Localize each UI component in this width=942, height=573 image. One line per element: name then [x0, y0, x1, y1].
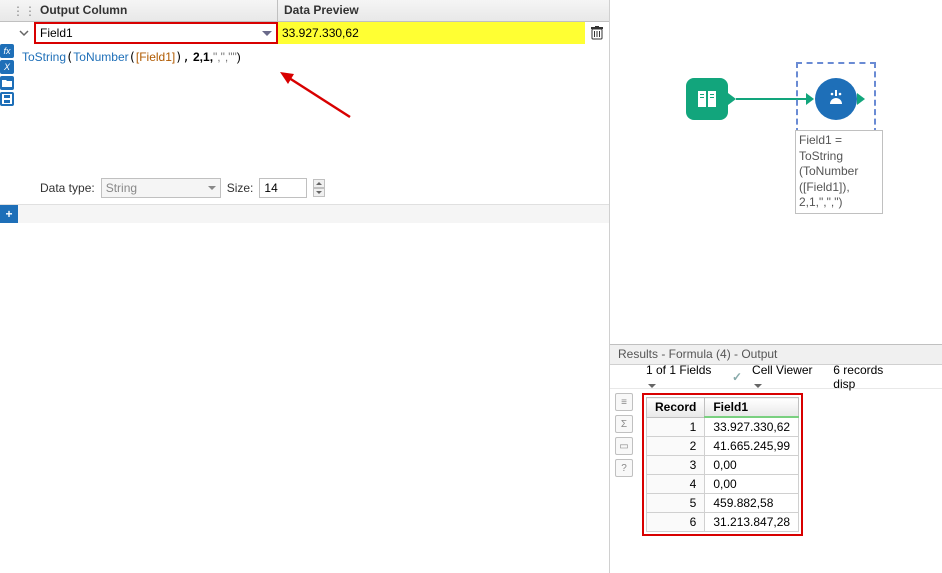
results-toolbar: 1 of 1 Fields Cell Viewer 6 records disp	[610, 365, 942, 389]
output-column-header: Output Column	[34, 0, 278, 21]
results-grid-outline: Record Field1 133.927.330,62 241.665.245…	[642, 393, 803, 536]
output-field-select[interactable]: Field1	[34, 22, 278, 44]
field1-column-header[interactable]: Field1	[705, 398, 799, 418]
results-grid[interactable]: Record Field1 133.927.330,62 241.665.245…	[646, 397, 799, 532]
checkmark-icon[interactable]	[732, 370, 742, 384]
column-header-row: ⋮⋮ Output Column Data Preview	[0, 0, 609, 22]
spinner-down-icon[interactable]	[313, 188, 325, 197]
tool-annotation[interactable]: Field1 = ToString (ToNumber ([Field1]), …	[795, 130, 883, 214]
metadata-icon[interactable]: ▭	[615, 437, 633, 455]
drag-handle-icon[interactable]: ⋮⋮	[14, 0, 34, 21]
add-column-button[interactable]: +	[0, 205, 18, 223]
table-row: 133.927.330,62	[647, 417, 799, 437]
table-row: 631.213.847,28	[647, 513, 799, 532]
expand-icon[interactable]	[14, 28, 34, 38]
annotation-arrow	[280, 72, 360, 125]
table-row: 5459.882,58	[647, 494, 799, 513]
data-type-row: Data type: String Size:	[0, 174, 609, 205]
output-anchor-icon[interactable]	[728, 93, 736, 105]
delete-field-button[interactable]	[585, 26, 609, 40]
size-input[interactable]	[259, 178, 307, 198]
size-label: Size:	[227, 181, 254, 195]
data-type-select[interactable]: String	[101, 178, 221, 198]
text-input-tool[interactable]	[686, 78, 728, 120]
records-info: 6 records disp	[833, 363, 906, 391]
tok-field: [Field1]	[136, 50, 175, 64]
tok-str: ",",""	[213, 50, 237, 64]
save-icon[interactable]	[0, 92, 14, 106]
formula-config-panel: ⋮⋮ Output Column Data Preview Field1 33.…	[0, 0, 610, 573]
right-panel: Field1 = ToString (ToNumber ([Field1]), …	[610, 0, 942, 573]
size-spinner[interactable]	[313, 179, 325, 197]
table-row: 40,00	[647, 475, 799, 494]
tool-annotation-text: Field1 = ToString (ToNumber ([Field1]), …	[799, 133, 858, 209]
fields-count[interactable]: 1 of 1 Fields	[646, 363, 722, 391]
formula-tool[interactable]	[815, 78, 857, 120]
data-type-value: String	[106, 181, 137, 195]
cell-viewer-menu[interactable]: Cell Viewer	[752, 363, 823, 391]
tok-fn: ToNumber	[73, 50, 128, 64]
add-column-bar: +	[0, 205, 609, 223]
help-icon[interactable]: ?	[615, 459, 633, 477]
expression-editor[interactable]: ToString(ToNumber([Field1]), 2,1,",","")	[14, 44, 609, 174]
record-column-header[interactable]: Record	[647, 398, 705, 418]
results-icon-rail: ≡ Σ ▭ ?	[610, 389, 638, 540]
fx-icon[interactable]: fx	[0, 44, 14, 58]
data-preview-header: Data Preview	[278, 0, 609, 21]
workflow-canvas[interactable]: Field1 = ToString (ToNumber ([Field1]), …	[610, 0, 942, 345]
results-body: ≡ Σ ▭ ? Record Field1 133.927.330,62 241…	[610, 389, 942, 540]
table-row: 241.665.245,99	[647, 437, 799, 456]
editor-icon-rail: fx X	[0, 44, 14, 174]
spinner-up-icon[interactable]	[313, 179, 325, 188]
variable-icon[interactable]: X	[0, 60, 14, 74]
dropdown-icon	[208, 186, 216, 190]
menu-icon[interactable]: ≡	[615, 393, 633, 411]
field-row: Field1 33.927.330,62	[0, 22, 609, 44]
table-row: 30,00	[647, 456, 799, 475]
dropdown-icon	[754, 384, 762, 388]
data-type-label: Data type:	[40, 181, 95, 195]
dropdown-icon	[648, 384, 656, 388]
tok-args: 2,1,	[190, 50, 213, 64]
output-field-value: Field1	[40, 26, 73, 40]
data-preview-value: 33.927.330,62	[278, 22, 585, 44]
dropdown-icon	[262, 31, 272, 36]
sum-icon[interactable]: Σ	[615, 415, 633, 433]
tok-close: )	[237, 50, 241, 64]
folder-icon[interactable]	[0, 76, 14, 90]
output-anchor-icon[interactable]	[857, 93, 865, 105]
expression-editor-row: fx X ToString(ToNumber([Field1]), 2,1,",…	[0, 44, 609, 174]
tok-fn: ToString	[22, 50, 66, 64]
